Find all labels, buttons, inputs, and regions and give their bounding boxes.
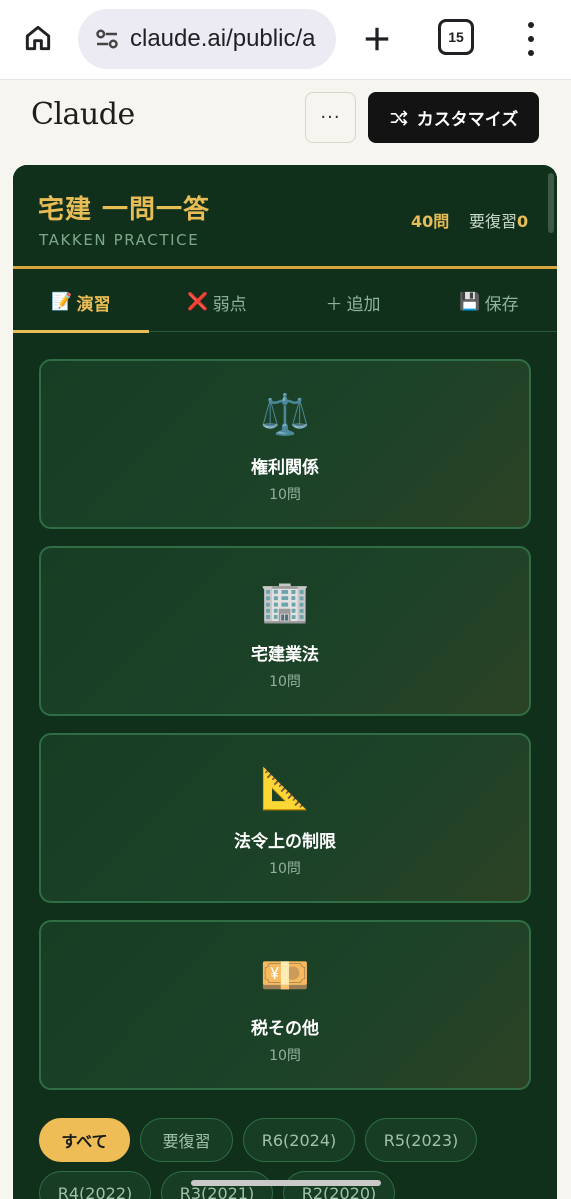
browser-menu-icon[interactable] — [516, 18, 546, 60]
address-bar[interactable]: claude.ai/public/a — [78, 9, 336, 69]
tab-save[interactable]: 💾 保存 — [421, 272, 557, 332]
office-building-icon: 🏢 — [260, 579, 310, 625]
practice-app: 宅建 一問一答 TAKKEN PRACTICE 40問 要復習0 📝 演習 ❌ … — [13, 165, 557, 1199]
customize-button[interactable]: カスタマイズ — [368, 92, 539, 143]
filter-r4-2022[interactable]: R4(2022) — [39, 1171, 151, 1199]
review-label: 要復習 — [469, 212, 518, 231]
filter-r6-2024[interactable]: R6(2024) — [243, 1118, 355, 1162]
home-icon[interactable] — [18, 18, 58, 58]
cross-icon: ❌ — [187, 292, 209, 312]
category-card-rights[interactable]: ⚖️ 権利関係 10問 — [39, 359, 531, 529]
tab-label: 弱点 — [212, 294, 247, 315]
browser-toolbar: claude.ai/public/a 15 — [0, 0, 571, 80]
category-count: 10問 — [269, 861, 301, 877]
app-subtitle: TAKKEN PRACTICE — [39, 231, 200, 249]
tab-switcher-button[interactable]: 15 — [438, 19, 474, 55]
category-card-business-law[interactable]: 🏢 宅建業法 10問 — [39, 546, 531, 716]
gesture-bar[interactable] — [191, 1180, 381, 1186]
tab-bar: 📝 演習 ❌ 弱点 ＋ 追加 💾 保存 — [13, 272, 557, 333]
scrollbar-thumb[interactable] — [548, 173, 554, 233]
url-text: claude.ai/public/a — [130, 25, 316, 52]
tab-add[interactable]: ＋ 追加 — [285, 272, 421, 332]
memo-icon: 📝 — [51, 292, 73, 312]
filter-review[interactable]: 要復習 — [140, 1118, 233, 1162]
review-stat: 要復習0 — [469, 208, 528, 232]
filter-all[interactable]: すべて — [39, 1118, 130, 1162]
question-count: 40問 — [411, 212, 450, 231]
claude-logo: Claude — [31, 97, 135, 132]
filter-r5-2023[interactable]: R5(2023) — [365, 1118, 477, 1162]
tab-label: 保存 — [484, 294, 519, 315]
category-name: 宅建業法 — [251, 645, 319, 665]
new-tab-icon[interactable] — [356, 18, 398, 60]
category-count: 10問 — [269, 1048, 301, 1064]
category-card-tax-other[interactable]: 💴 税その他 10問 — [39, 920, 531, 1090]
tab-practice[interactable]: 📝 演習 — [13, 272, 149, 333]
category-card-legal-restrictions[interactable]: 📐 法令上の制限 10問 — [39, 733, 531, 903]
plus-icon: ＋ — [325, 294, 343, 315]
category-count: 10問 — [269, 674, 301, 690]
triangular-ruler-icon: 📐 — [260, 766, 310, 812]
customize-label: カスタマイズ — [416, 110, 519, 130]
yen-banknote-icon: 💴 — [260, 953, 310, 999]
category-name: 税その他 — [251, 1019, 319, 1039]
floppy-disk-icon: 💾 — [459, 292, 481, 312]
category-name: 法令上の制限 — [234, 832, 336, 852]
category-count: 10問 — [269, 487, 301, 503]
app-title: 宅建 一問一答 — [38, 195, 211, 225]
scales-icon: ⚖️ — [260, 392, 310, 438]
tab-label: 追加 — [346, 294, 381, 315]
tab-label: 演習 — [76, 294, 111, 315]
review-count: 0 — [517, 212, 529, 231]
more-options-button[interactable]: ··· — [305, 92, 356, 143]
app-header: 宅建 一問一答 TAKKEN PRACTICE 40問 要復習0 — [13, 165, 557, 269]
shuffle-icon — [390, 110, 408, 125]
site-settings-icon[interactable] — [92, 24, 122, 54]
tab-weak-points[interactable]: ❌ 弱点 — [149, 272, 285, 332]
category-name: 権利関係 — [251, 458, 319, 478]
